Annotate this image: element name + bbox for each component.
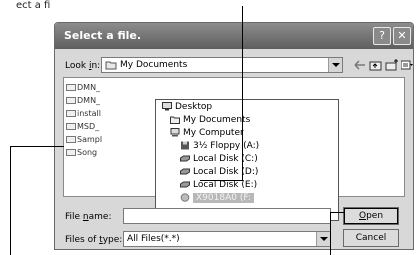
list-item[interactable]: install — [66, 109, 101, 120]
up-folder-icon[interactable] — [369, 59, 385, 73]
my-documents-icon — [170, 115, 180, 124]
folder-icon — [105, 60, 117, 73]
dropdown-item-my-documents[interactable]: My Documents — [170, 115, 250, 127]
list-item[interactable]: DMN_ — [66, 96, 100, 107]
folder-icon — [66, 84, 76, 91]
disk-icon — [180, 167, 190, 176]
list-item[interactable]: DMN_ — [66, 83, 100, 94]
look-in-label: Look in: — [65, 61, 101, 71]
look-in-dropdown-list[interactable]: Desktop My Documents My Computer 3½ Flop… — [155, 99, 339, 221]
files-of-type-label: Files of type: — [65, 235, 123, 245]
list-item[interactable]: Sampl — [66, 135, 102, 146]
look-in-combo[interactable]: My Documents — [101, 57, 343, 73]
view-menu-icon[interactable] — [400, 59, 413, 73]
close-button[interactable]: ✕ — [393, 27, 411, 45]
folder-icon — [66, 149, 76, 156]
disk-icon — [180, 154, 190, 163]
cancel-button[interactable]: Cancel — [343, 229, 399, 247]
file-name-label: File name: — [65, 212, 112, 222]
callout-line-dropdown-tail — [200, 180, 243, 181]
dropdown-item-removable-f[interactable]: X9018A0 (F: — [180, 193, 254, 205]
look-in-dropdown-arrow[interactable] — [328, 58, 342, 72]
dropdown-item-disk-c[interactable]: Local Disk (C:) — [180, 154, 258, 166]
look-in-value: My Documents — [120, 60, 188, 70]
dialog-title: Select a file. — [64, 29, 142, 42]
new-folder-icon[interactable] — [385, 59, 401, 73]
callout-line-file-list-tail — [10, 146, 64, 147]
top-caption: ect a fi — [16, 0, 51, 11]
file-name-input[interactable] — [123, 208, 331, 224]
select-file-dialog: Select a file. ? ✕ Look in: My Documents… — [54, 22, 414, 250]
callout-line-dropdown — [242, 6, 243, 180]
title-bar: Select a file. ? ✕ — [55, 23, 413, 49]
folder-icon — [66, 97, 76, 104]
desktop-icon — [162, 102, 172, 111]
folder-icon — [66, 110, 76, 117]
files-of-type-dropdown-arrow[interactable] — [316, 232, 330, 246]
open-button[interactable]: Open — [343, 207, 399, 225]
dropdown-item-desktop[interactable]: Desktop — [162, 102, 212, 114]
dropdown-item-my-computer[interactable]: My Computer — [170, 128, 244, 140]
list-item[interactable]: Song — [66, 148, 97, 159]
dropdown-item-disk-d[interactable]: Local Disk (D:) — [180, 167, 258, 179]
callout-line-open — [330, 212, 331, 255]
my-computer-icon — [170, 128, 180, 137]
folder-icon — [66, 123, 76, 130]
folder-icon — [66, 136, 76, 143]
files-of-type-select[interactable]: All Files(*.*) — [123, 231, 331, 247]
disk-icon — [180, 180, 190, 189]
back-arrow-icon[interactable] — [353, 59, 369, 73]
removable-disk-icon — [180, 193, 190, 202]
dropdown-item-disk-e[interactable]: Local Disk (E:) — [180, 180, 257, 192]
callout-line-file-list — [10, 146, 11, 255]
dropdown-item-floppy[interactable]: 3½ Floppy (A:) — [180, 141, 259, 153]
help-button[interactable]: ? — [373, 27, 391, 45]
callout-line-open-tail — [330, 212, 344, 213]
list-item[interactable]: MSD_ — [66, 122, 99, 133]
floppy-icon — [180, 141, 190, 150]
